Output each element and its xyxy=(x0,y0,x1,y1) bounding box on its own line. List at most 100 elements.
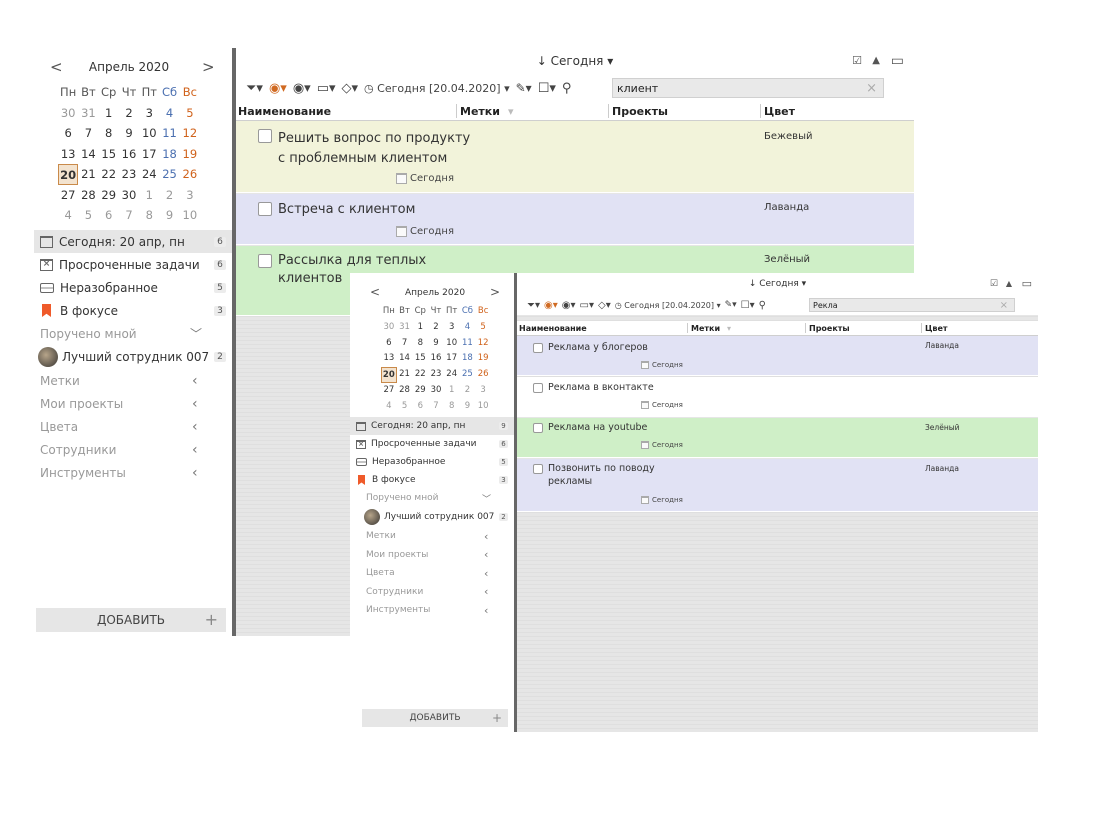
calendar-day[interactable]: 23 xyxy=(428,367,444,383)
folder-icon[interactable]: ▭▾ xyxy=(317,81,336,96)
clear-search-icon[interactable]: × xyxy=(866,81,877,96)
column-name[interactable]: Наименование xyxy=(238,102,331,121)
calendar-day[interactable]: 17 xyxy=(444,351,460,367)
calendar-day[interactable]: 13 xyxy=(381,351,397,367)
sidebar-group-staff[interactable]: Сотрудники ‹ xyxy=(350,583,514,602)
calendar-day[interactable]: 5 xyxy=(397,399,413,415)
calendar-day[interactable]: 31 xyxy=(78,103,98,124)
sidebar-item-overdue[interactable]: Просроченные задачи 6 xyxy=(34,253,232,276)
task-row[interactable]: Реклама у блогеров Сегодня Лаванда xyxy=(517,336,1038,376)
calendar-day[interactable]: 5 xyxy=(475,320,491,336)
task-checkbox[interactable] xyxy=(533,423,543,433)
calendar-day[interactable]: 20 xyxy=(381,367,397,383)
search-input[interactable]: клиент × xyxy=(612,78,884,98)
task-checkbox[interactable] xyxy=(533,464,543,474)
sidebar-group-colors[interactable]: Цвета ‹ xyxy=(350,564,514,583)
calendar-day[interactable]: 29 xyxy=(412,383,428,399)
view-title[interactable]: ↓ Сегодня ▾ xyxy=(537,54,613,68)
calendar-day[interactable]: 21 xyxy=(78,164,98,185)
calendar-day[interactable]: 19 xyxy=(180,144,200,165)
calendar-day[interactable]: 28 xyxy=(78,185,98,206)
calendar-view-icon[interactable]: ▭ xyxy=(891,48,904,74)
calendar-day[interactable]: 15 xyxy=(412,351,428,367)
tools-icon[interactable]: ✎▾ xyxy=(516,81,532,95)
select-checkbox-icon[interactable]: ☐▾ xyxy=(538,81,556,96)
sidebar-item-inbox[interactable]: Неразобранное 5 xyxy=(350,453,514,471)
date-filter[interactable]: ◷ Сегодня [20.04.2020] ▾ xyxy=(615,301,721,310)
column-tags[interactable]: Метки xyxy=(460,102,500,121)
filter-icon[interactable]: ⏷▾ xyxy=(527,300,540,311)
calendar-day[interactable]: 1 xyxy=(99,103,119,124)
task-checkbox[interactable] xyxy=(258,202,272,216)
search-input[interactable]: Рекла × xyxy=(809,298,1015,312)
sidebar-item-overdue[interactable]: Просроченные задачи 6 xyxy=(350,435,514,453)
calendar-day[interactable]: 4 xyxy=(381,399,397,415)
tag-icon[interactable]: ◇▾ xyxy=(598,300,611,311)
add-button[interactable]: ДОБАВИТЬ + xyxy=(362,709,508,727)
sidebar-item-today[interactable]: Сегодня: 20 апр, пн 9 xyxy=(350,417,514,435)
calendar-day[interactable]: 28 xyxy=(397,383,413,399)
calendar-day[interactable]: 7 xyxy=(428,399,444,415)
calendar-day[interactable]: 10 xyxy=(475,399,491,415)
calendar-day[interactable]: 8 xyxy=(139,205,159,226)
calendar-day[interactable]: 7 xyxy=(78,123,98,144)
calendar-day[interactable]: 10 xyxy=(180,205,200,226)
calendar-day[interactable]: 10 xyxy=(139,123,159,144)
calendar-day[interactable]: 3 xyxy=(444,320,460,336)
sidebar-item-inbox[interactable]: Неразобранное 5 xyxy=(34,276,232,299)
calendar-day[interactable]: 12 xyxy=(475,336,491,352)
calendar-day[interactable]: 24 xyxy=(444,367,460,383)
calendar-day[interactable]: 6 xyxy=(381,336,397,352)
calendar-day[interactable]: 12 xyxy=(180,123,200,144)
calendar-day[interactable]: 7 xyxy=(119,205,139,226)
calendar-day[interactable]: 15 xyxy=(99,144,119,165)
calendar-day[interactable]: 6 xyxy=(58,123,78,144)
sidebar-group-assigned[interactable]: Поручено мной ﹀ xyxy=(350,489,514,507)
task-checkbox[interactable] xyxy=(258,129,272,143)
calendar-day[interactable]: 9 xyxy=(159,205,179,226)
calendar-day[interactable]: 16 xyxy=(119,144,139,165)
calendar-day[interactable]: 10 xyxy=(444,336,460,352)
calendar-day[interactable]: 21 xyxy=(397,367,413,383)
task-checkbox[interactable] xyxy=(533,383,543,393)
task-row[interactable]: Решить вопрос по продукту с проблемным к… xyxy=(236,121,914,193)
column-color[interactable]: Цвет xyxy=(925,321,948,336)
sidebar-item-focus[interactable]: В фокусе 3 xyxy=(350,471,514,489)
calendar-day[interactable]: 27 xyxy=(58,185,78,206)
sidebar-group-tools[interactable]: Инструменты ‹ xyxy=(34,461,232,484)
calendar-day[interactable]: 2 xyxy=(460,383,476,399)
calendar-day[interactable]: 8 xyxy=(444,399,460,415)
calendar-day[interactable]: 30 xyxy=(381,320,397,336)
calendar-day[interactable]: 5 xyxy=(78,205,98,226)
calendar-day[interactable]: 14 xyxy=(78,144,98,165)
task-checkbox[interactable] xyxy=(533,343,543,353)
calendar-day[interactable]: 6 xyxy=(412,399,428,415)
calendar-day[interactable]: 2 xyxy=(159,185,179,206)
calendar-day[interactable]: 26 xyxy=(180,164,200,185)
calendar-day[interactable]: 4 xyxy=(460,320,476,336)
calendar-day[interactable]: 1 xyxy=(444,383,460,399)
column-name[interactable]: Наименование xyxy=(519,321,587,336)
calendar-day[interactable]: 11 xyxy=(159,123,179,144)
select-checkbox-icon[interactable]: ☐▾ xyxy=(741,300,755,311)
sidebar-group-projects[interactable]: Мои проекты ‹ xyxy=(34,392,232,415)
sidebar-item-employee[interactable]: Лучший сотрудник 007 2 xyxy=(350,507,514,527)
calendar-day[interactable]: 18 xyxy=(159,144,179,165)
calendar-day[interactable]: 25 xyxy=(159,164,179,185)
checklist-icon[interactable]: ☑ xyxy=(990,273,998,295)
calendar-day[interactable]: 19 xyxy=(475,351,491,367)
task-row[interactable]: Реклама на youtube Сегодня Зелёный xyxy=(517,418,1038,458)
date-filter[interactable]: ◷ Сегодня [20.04.2020] ▾ xyxy=(364,82,510,95)
user-filter-icon[interactable]: ◉▾ xyxy=(293,81,311,96)
calendar-day[interactable]: 1 xyxy=(412,320,428,336)
calendar-day[interactable]: 31 xyxy=(397,320,413,336)
calendar-day[interactable]: 8 xyxy=(99,123,119,144)
sidebar-group-projects[interactable]: Мои проекты ‹ xyxy=(350,546,514,565)
clear-search-icon[interactable]: × xyxy=(1000,300,1008,311)
calendar-day[interactable]: 30 xyxy=(58,103,78,124)
calendar-day[interactable]: 22 xyxy=(412,367,428,383)
calendar-day[interactable]: 3 xyxy=(139,103,159,124)
tag-icon[interactable]: ◇▾ xyxy=(342,81,359,96)
task-row[interactable]: Позвонить по поводу рекламы Сегодня Лава… xyxy=(517,459,1038,512)
sidebar-group-staff[interactable]: Сотрудники ‹ xyxy=(34,438,232,461)
